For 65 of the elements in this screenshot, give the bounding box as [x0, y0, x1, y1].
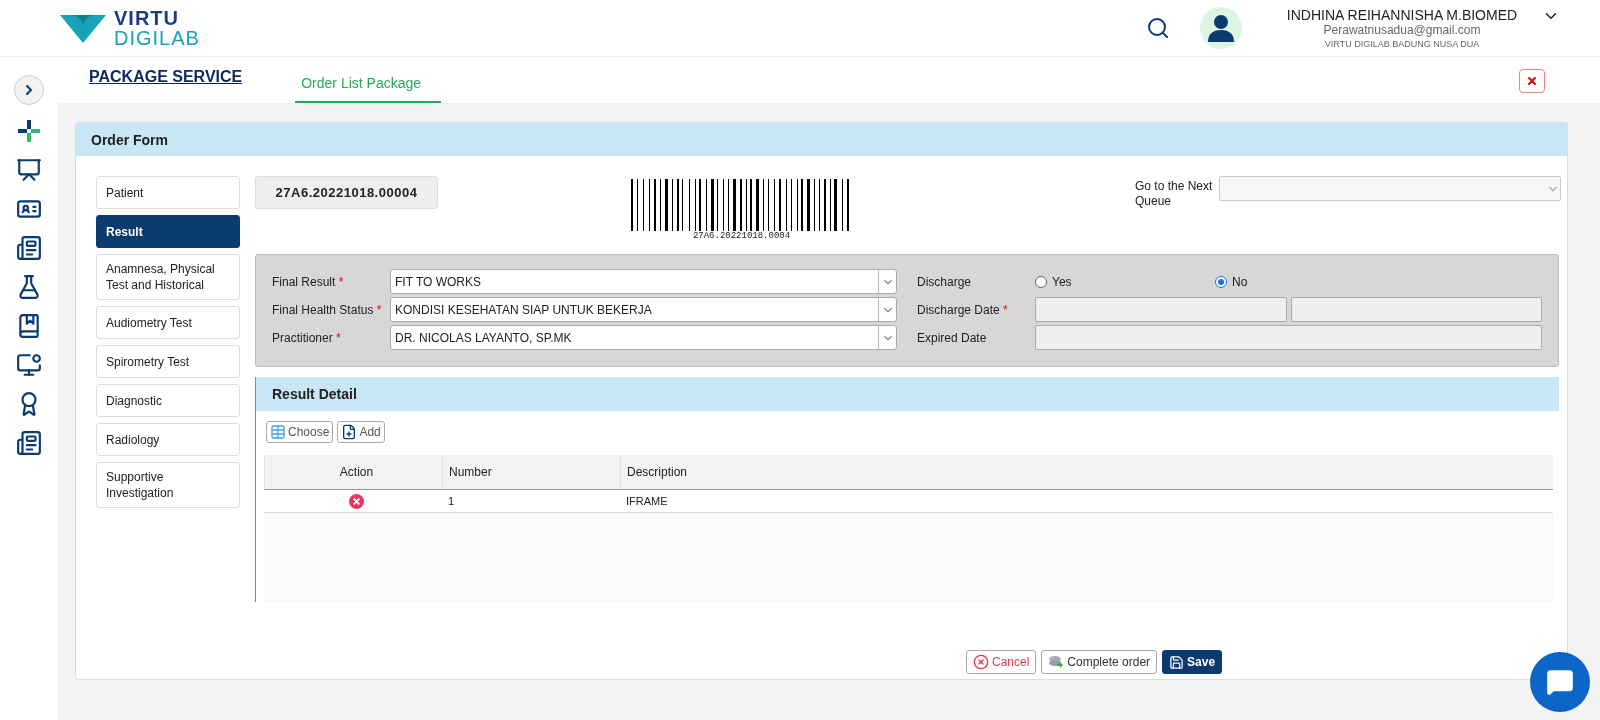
section-tab[interactable]: Diagnostic — [96, 384, 240, 417]
cancel-icon — [973, 654, 989, 670]
section-tab[interactable]: Result — [96, 215, 240, 248]
chat-icon — [1546, 668, 1574, 696]
document-list-icon[interactable] — [16, 235, 42, 261]
user-name: INDHINA REIHANNISHA M.BIOMED — [1286, 7, 1518, 23]
search-icon[interactable] — [1146, 16, 1170, 40]
field-label: Discharge Date * — [917, 302, 1009, 317]
chart-board-icon[interactable] — [16, 157, 42, 183]
barcode-text: 27A6.20221018.0004 — [692, 231, 791, 241]
radio-option[interactable]: No — [1215, 274, 1395, 289]
section-tab[interactable]: Spirometry Test — [96, 345, 240, 378]
document-list-icon[interactable] — [16, 430, 42, 456]
field-label: Expired Date — [917, 330, 988, 345]
table-cell: 1 — [442, 490, 620, 513]
barcode-icon — [631, 179, 852, 231]
date-field[interactable] — [1035, 325, 1542, 350]
section-tab[interactable]: Supportive Investigation — [96, 462, 240, 508]
section-tab[interactable]: Patient — [96, 176, 240, 209]
close-icon — [1526, 75, 1538, 87]
expand-button[interactable] — [14, 75, 44, 105]
chat-button[interactable] — [1530, 652, 1590, 712]
avatar[interactable] — [1200, 7, 1242, 49]
table-cell: IFRAME — [620, 490, 1553, 513]
field-label: Practitioner * — [272, 330, 342, 345]
card-title: Order Form — [76, 123, 1567, 156]
section-tab[interactable]: Radiology — [96, 423, 240, 456]
field-label: Final Result * — [272, 274, 345, 289]
book-icon[interactable] — [16, 313, 42, 339]
date-field[interactable] — [1035, 297, 1287, 322]
order-number: 27A6.20221018.00004 — [255, 176, 438, 209]
complete-button[interactable]: Complete order — [1041, 650, 1158, 674]
column-header: Number — [442, 455, 620, 490]
user-email: Perawatnusadua@gmail.com — [1323, 23, 1481, 37]
logo-icon — [60, 13, 106, 43]
field-label: Discharge — [917, 274, 973, 289]
column-header: Action — [264, 455, 442, 490]
user-organization: VIRTU DIGILAB BADUNG NUSA DUA — [1324, 39, 1480, 49]
toolbar-button[interactable]: Add — [337, 421, 385, 443]
page-title[interactable]: PACKAGE SERVICE — [89, 68, 243, 86]
stack-arrow-icon — [1048, 654, 1065, 670]
column-header: Description — [620, 455, 1553, 490]
field-label: Final Health Status * — [272, 302, 383, 317]
logo-text: VIRTU — [114, 8, 180, 28]
table-icon — [270, 424, 286, 440]
section-title: Result Detail — [256, 377, 1559, 411]
logo-text: DIGILAB — [114, 28, 200, 48]
radio-option[interactable]: Yes — [1035, 274, 1215, 289]
delete-button[interactable] — [348, 493, 364, 509]
field-label: Go to the Next Queue — [1135, 179, 1214, 210]
date-field[interactable] — [1290, 297, 1542, 322]
section-tab[interactable]: Audiometry Test — [96, 306, 240, 339]
select-field[interactable]: DR. NICOLAS LAYANTO, SP.MK — [390, 325, 897, 350]
select-field[interactable]: FIT TO WORKS — [390, 269, 897, 294]
close-button[interactable] — [1519, 69, 1545, 93]
file-plus-icon — [341, 424, 358, 440]
save-icon — [1169, 654, 1185, 670]
plus-logo-icon[interactable] — [16, 118, 42, 144]
section-tab[interactable]: Anamnesa, Physical Test and Historical — [96, 254, 240, 300]
cancel-button[interactable]: Cancel — [966, 650, 1037, 674]
heart-monitor-icon[interactable] — [16, 352, 42, 378]
select-field[interactable]: KONDISI KESEHATAN SIAP UNTUK BEKERJA — [390, 297, 897, 322]
save-button[interactable]: Save — [1162, 650, 1223, 674]
toolbar-button[interactable]: Choose — [266, 421, 334, 443]
flask-icon[interactable] — [16, 274, 42, 300]
